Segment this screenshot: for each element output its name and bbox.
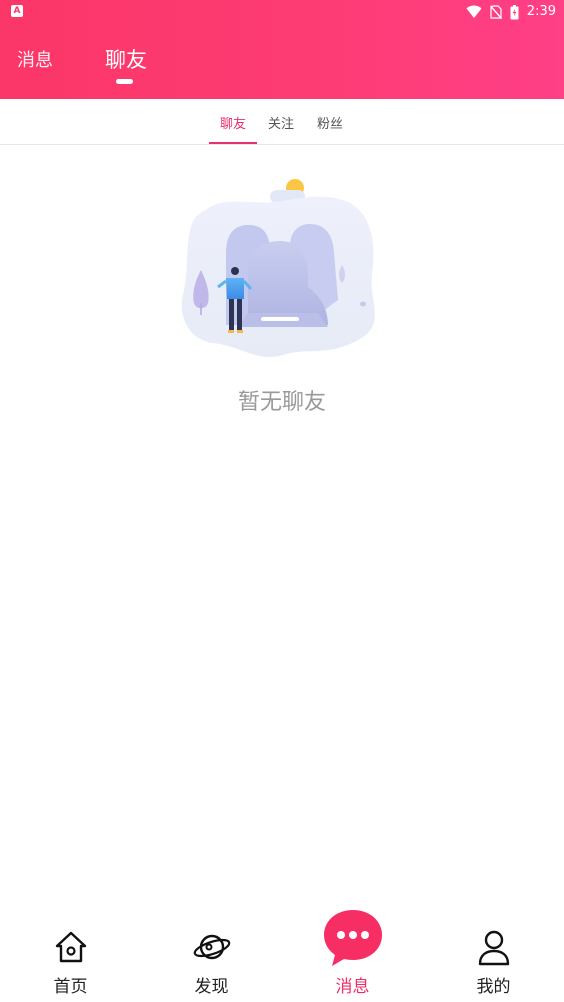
top-tabs: 消息 聊友 [0, 40, 564, 90]
chat-friends-screen: A 2:39 消息 聊友 聊友 关注 粉丝 暂无聊友 首页 发现 消息 我的 [0, 0, 564, 1002]
user-icon [478, 930, 509, 966]
nav-me[interactable]: 我的 [423, 900, 564, 1002]
bottom-navigation: 首页 发现 消息 我的 [0, 900, 564, 1002]
header: A 2:39 消息 聊友 [0, 0, 564, 99]
sub-tabs: 聊友 关注 粉丝 [0, 99, 564, 145]
tab-messages[interactable]: 消息 [17, 46, 53, 72]
nav-discover[interactable]: 发现 [141, 900, 282, 1002]
app-notification-icon: A [11, 5, 23, 17]
sub-tab-underline [209, 142, 257, 144]
sub-tab-following[interactable]: 关注 [268, 113, 294, 132]
chat-bubble-icon [323, 910, 382, 966]
tab-chat-friends[interactable]: 聊友 [105, 44, 147, 74]
battery-icon [510, 4, 519, 19]
status-indicators: 2:39 [466, 3, 556, 21]
status-bar: A 2:39 [0, 0, 564, 24]
nav-discover-label: 发现 [194, 977, 229, 997]
nav-messages[interactable]: 消息 [282, 900, 423, 1002]
no-sim-icon [489, 5, 502, 19]
empty-state-message: 暂无聊友 [237, 390, 326, 415]
wifi-icon [466, 5, 482, 18]
active-tab-indicator [116, 79, 133, 84]
home-icon [55, 931, 86, 963]
planet-icon [193, 934, 230, 960]
sub-tab-chat-friends[interactable]: 聊友 [220, 113, 246, 132]
status-time: 2:39 [526, 4, 556, 19]
nav-messages-label: 消息 [335, 977, 370, 997]
nav-home[interactable]: 首页 [0, 900, 141, 1002]
nav-home-label: 首页 [53, 977, 88, 997]
nav-me-label: 我的 [476, 977, 511, 997]
empty-friends-illustration [181, 179, 375, 358]
sub-tab-fans[interactable]: 粉丝 [317, 113, 343, 132]
